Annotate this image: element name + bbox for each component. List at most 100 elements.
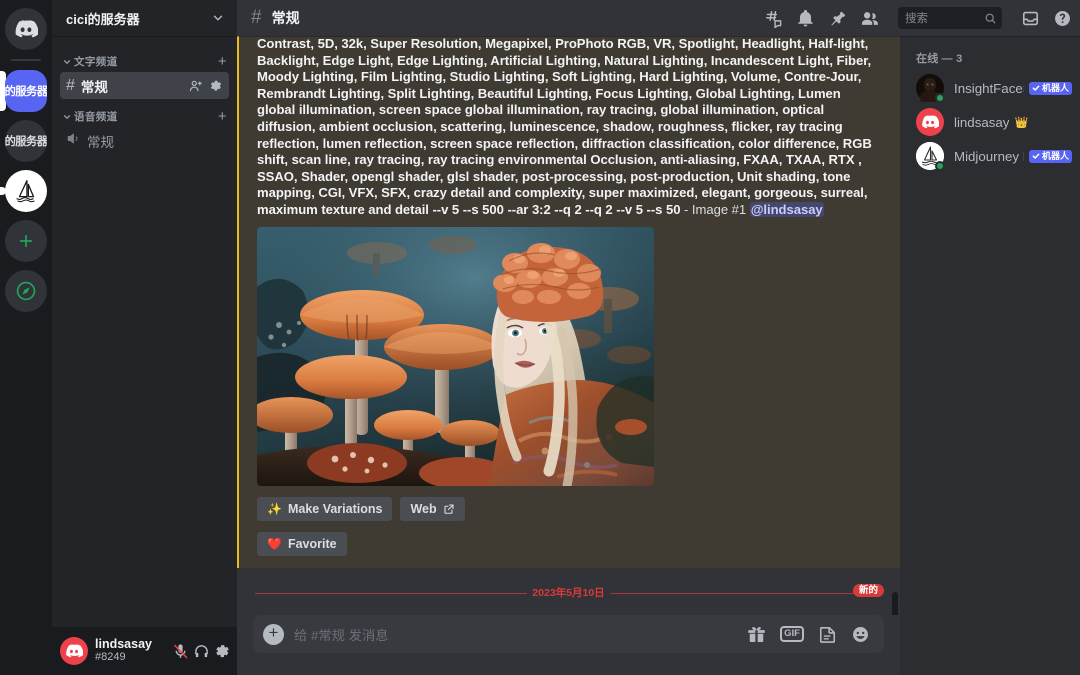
channel-list: 文字频道 + # 常规 语音频道 + 常规 [52,36,237,627]
member-name: lindsasay [954,114,1010,130]
bot-badge: 机器人 [1028,81,1072,95]
bot-badge-label: 机器人 [1041,150,1069,161]
new-messages-badge: 新的 [852,583,884,598]
body-row: Contrast, 5D, 32k, Super Resolution, Meg… [237,36,1080,675]
member-row-lindsasay[interactable]: lindsasay 👑 [900,105,1080,139]
explore-servers-button[interactable] [2,270,50,312]
channel-topbar: # 常规 搜索 [237,0,1080,36]
server-icon-label-2: 的服务器 [5,135,47,149]
category-voice-channels[interactable]: 语音频道 + [52,99,237,127]
favorite-button[interactable]: ❤️ Favorite [257,531,347,556]
member-row-insightfaceswap[interactable]: InsightFaceSw... 机器人 [900,71,1080,106]
bot-badge-label: 机器人 [1041,82,1069,93]
category-collapse-icon[interactable] [62,57,72,67]
system-join-message: → InsightFaceSwap 加入了队伍。今天17:20 [237,600,900,616]
explore-compass-icon[interactable] [5,270,47,312]
scrollbar-thumb[interactable] [892,592,898,615]
user-name: lindsasay [95,637,152,652]
member-list-panel: 在线 — 3 InsightFaceSw... [900,36,1080,675]
voice-channel-label: 常规 [87,134,114,150]
avatar[interactable] [916,142,945,171]
avatar[interactable] [60,637,88,665]
external-link-icon [444,503,454,514]
bot-badge: 机器人 [1028,149,1072,163]
status-online-indicator [935,93,945,103]
generated-image[interactable] [257,226,654,486]
gift-icon[interactable] [747,625,766,644]
server-name: cici的服务器 [66,11,140,27]
emoji-icon[interactable] [851,625,870,644]
gif-icon[interactable]: GIF [780,626,804,642]
chevron-down-icon[interactable] [211,11,225,25]
user-mention[interactable]: @lindsasay [749,201,824,217]
headphones-deafen-icon[interactable] [193,643,210,660]
status-online-indicator [935,161,945,171]
member-name: Midjourney Bot [954,148,1024,164]
hash-icon-topbar: # [251,7,262,28]
help-icon[interactable] [1053,9,1072,28]
message-prompt-text: Contrast, 5D, 32k, Super Resolution, Meg… [257,36,882,219]
create-text-channel-button[interactable]: + [218,54,227,69]
attach-file-button[interactable]: + [263,623,284,645]
user-discriminator: #8249 [95,650,126,663]
server-icon-dark[interactable]: 的服务器 [5,120,47,162]
compass-icon [16,281,36,301]
threads-icon[interactable] [764,9,783,28]
discord-avatar-icon [66,644,83,658]
search-icon [985,13,996,23]
search-input[interactable]: 搜索 [898,7,1002,29]
edit-channel-gear-icon[interactable] [209,79,223,93]
microphone-muted-icon[interactable] [172,643,189,660]
check-icon [1032,153,1040,159]
sidebar-channel-general-voice[interactable]: 常规 [60,127,229,154]
user-identity[interactable]: lindsasay #8249 [95,638,165,663]
volume-icon [67,133,78,143]
heart-icon: ❤️ [267,536,282,551]
message-list: Contrast, 5D, 32k, Super Resolution, Meg… [237,36,900,615]
create-voice-channel-button[interactable]: + [218,109,227,124]
user-panel: lindsasay #8249 [52,627,237,675]
member-row-midjourney-bot[interactable]: Midjourney Bot 机器人 [900,139,1080,173]
notification-bell-icon[interactable] [796,9,815,28]
add-server-icon[interactable] [5,220,47,262]
web-button[interactable]: Web [400,496,465,521]
channel-sidebar: cici的服务器 文字频道 + # 常规 语音频道 + 常规 lindsasay… [52,0,237,675]
channel-label: 常规 [80,79,108,95]
category-collapse-icon-voice[interactable] [62,112,72,122]
server-rail-item-2[interactable]: 的服务器 [2,120,50,162]
server-rail-item-home[interactable] [2,8,50,50]
composer-area: + 给 #常规 发消息 GIF [237,615,900,675]
divider-date-label: 2023年5月10日 [526,584,611,600]
crown-icon: 👑 [1014,116,1029,129]
category-label-text: 文字频道 [74,56,118,68]
server-rail-item-midjourney[interactable] [0,170,50,212]
message-midjourney-result: Contrast, 5D, 32k, Super Resolution, Meg… [237,36,900,568]
sailboat-icon [16,180,35,203]
server-rail-item-1[interactable]: 的服务器 [0,70,50,112]
sticker-icon[interactable] [818,625,837,644]
sidebar-channel-general-text[interactable]: # 常规 [60,72,229,99]
server-icon-label: 的服务器 [5,85,47,99]
server-icon-active[interactable]: 的服务器 [5,70,47,112]
pinned-messages-icon[interactable] [828,9,847,28]
add-server-button[interactable] [2,220,50,262]
create-invite-icon[interactable] [189,79,203,93]
server-header[interactable]: cici的服务器 [52,0,237,36]
category-text-channels[interactable]: 文字频道 + [52,44,237,72]
make-variations-label: Make Variations [287,501,383,516]
midjourney-server-icon[interactable] [5,170,47,212]
message-composer[interactable]: + 给 #常规 发消息 GIF [253,615,884,653]
message-input[interactable]: 给 #常规 发消息 [294,625,737,644]
member-list-icon[interactable] [860,9,879,28]
server-rail: 的服务器 的服务器 [0,0,52,675]
date-divider: 2023年5月10日 新的 [255,583,884,600]
avatar[interactable] [916,74,945,106]
make-variations-button[interactable]: ✨ Make Variations [257,496,393,521]
discord-home-icon[interactable] [5,8,47,50]
discord-logo-icon [15,20,38,38]
image-index-suffix: - Image #1 [680,201,750,217]
message-scrollbar[interactable] [891,46,899,615]
avatar[interactable] [916,108,944,136]
inbox-icon[interactable] [1021,9,1040,28]
user-settings-gear-icon[interactable] [214,643,231,660]
